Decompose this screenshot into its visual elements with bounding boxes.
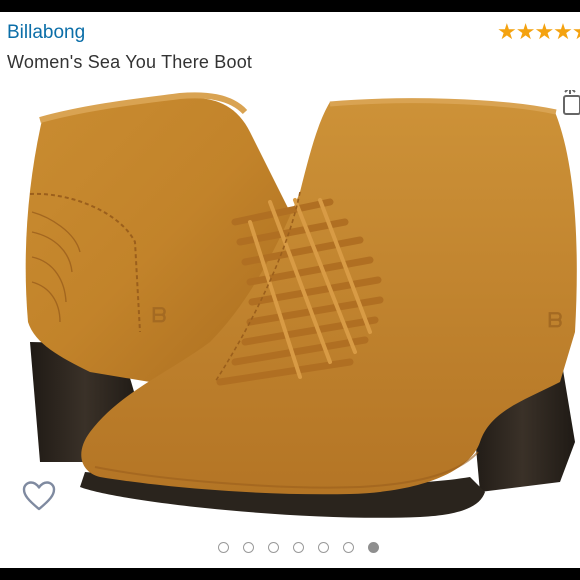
svg-text:ᗷ: ᗷ [548, 310, 562, 332]
carousel-dot[interactable] [317, 542, 329, 553]
share-icon[interactable] [562, 90, 580, 120]
product-card: Billabong Women's Sea You There Boot ★★★… [0, 12, 580, 568]
carousel-dot[interactable] [242, 542, 254, 553]
carousel-dot[interactable] [342, 542, 354, 553]
heart-outline-icon[interactable] [22, 480, 56, 512]
carousel-dot[interactable] [367, 542, 379, 553]
product-image[interactable]: ᗷ ᗷ [0, 82, 580, 552]
brand-link[interactable]: Billabong [7, 22, 85, 44]
carousel-indicator [0, 542, 580, 562]
svg-text:ᗷ: ᗷ [152, 305, 166, 327]
product-title: Women's Sea You There Boot [7, 52, 253, 72]
carousel-dot[interactable] [267, 542, 279, 553]
rating-stars[interactable]: ★★★★★ [497, 19, 580, 45]
carousel-dot[interactable] [217, 542, 229, 553]
carousel-dot[interactable] [292, 542, 304, 553]
